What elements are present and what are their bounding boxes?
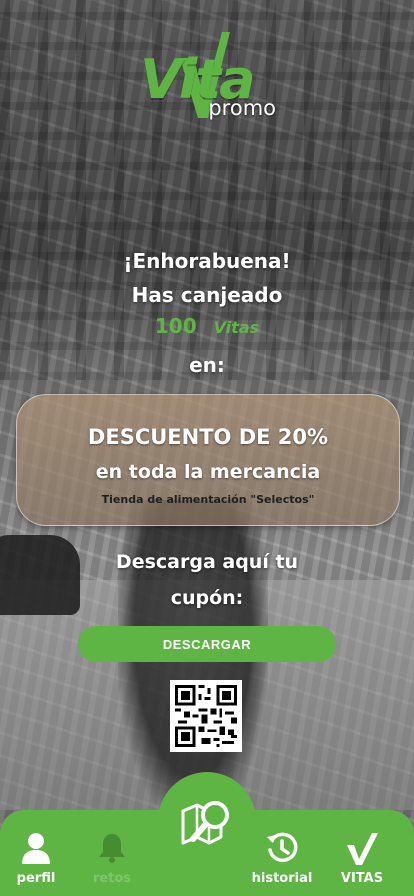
logo-subtext: promo [208,96,276,120]
offer-store: Tienda de alimentación "Selectos" [101,493,315,506]
points-unit: Vitas [213,318,260,337]
checkmark-icon [347,833,378,865]
offer-card: DESCUENTO DE 20% en toda la mercancia Ti… [16,394,400,526]
download-text-line2: cupón: [170,587,244,609]
nav-label-perfil: perfil [16,871,56,886]
offer-subtitle: en toda la mercancia [95,461,321,483]
nav-item-retos[interactable]: retos [72,820,152,886]
nav-label-retos: retos [92,871,132,886]
on-text: en: [189,353,225,377]
qr-code-icon [175,685,237,747]
nav-item-vitas[interactable]: VITAS [322,820,402,886]
offer-title: DESCUENTO DE 20% [87,425,329,449]
download-text-line1: Descarga aquí tu [115,551,299,573]
points-value: 100 [154,314,197,338]
qr-code[interactable] [170,680,242,752]
points-redeemed: 100 Vitas [0,314,414,338]
nav-item-historial[interactable]: historial [242,820,322,886]
nav-label-vitas: VITAS [340,871,384,886]
redeemed-text: Has canjeado [131,283,283,307]
congrats-heading: ¡Enhorabuena! [123,249,291,273]
bell-icon [99,834,125,863]
app-logo: Vita promo [140,30,280,125]
history-icon [267,832,298,863]
person-icon [22,833,50,864]
map-search-icon [181,801,229,845]
nav-item-perfil[interactable]: perfil [0,820,76,886]
nav-label-historial: historial [251,871,313,886]
download-button[interactable]: DESCARGAR [78,626,336,662]
download-instructions: Descarga aquí tu cupón: [0,544,414,616]
